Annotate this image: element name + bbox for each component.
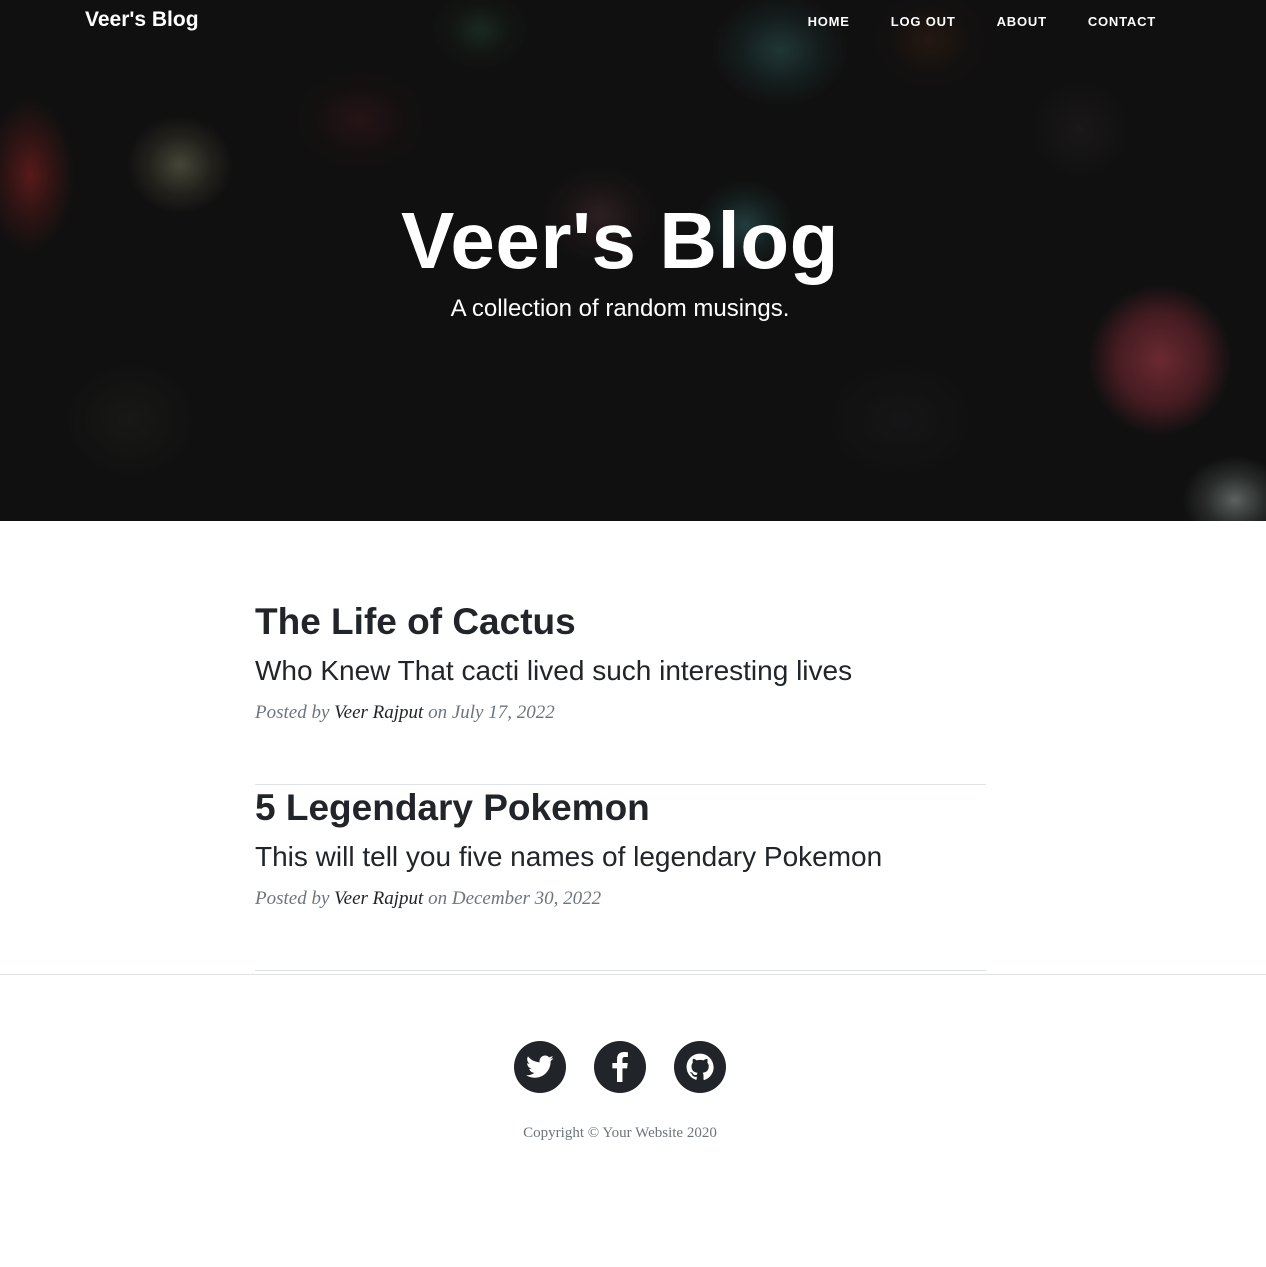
post-meta-on: on bbox=[428, 702, 448, 723]
post-author-link[interactable]: Veer Rajput bbox=[334, 702, 423, 723]
masthead: Veer's Blog HOME LOG OUT ABOUT CONTACT V… bbox=[0, 0, 1266, 521]
copyright-text: Copyright © Your Website 2020 bbox=[523, 1125, 717, 1141]
facebook-icon bbox=[611, 1052, 629, 1082]
nav-link-home[interactable]: HOME bbox=[808, 14, 850, 29]
post-subtitle[interactable]: This will tell you five names of legenda… bbox=[255, 839, 882, 875]
nav-link-log-out[interactable]: LOG OUT bbox=[891, 14, 956, 29]
navbar-brand[interactable]: Veer's Blog bbox=[85, 8, 199, 32]
site-title: Veer's Blog bbox=[400, 196, 840, 285]
post-meta: Posted by Veer Rajput on July 17, 2022 bbox=[255, 700, 555, 726]
nav-link-contact[interactable]: CONTACT bbox=[1088, 14, 1156, 29]
post-title[interactable]: 5 Legendary Pokemon bbox=[255, 786, 650, 830]
post-date: July 17, 2022 bbox=[451, 702, 555, 723]
nav-links: HOME LOG OUT ABOUT CONTACT bbox=[808, 14, 1156, 29]
post-meta-on: on bbox=[428, 888, 448, 909]
post-meta: Posted by Veer Rajput on December 30, 20… bbox=[255, 886, 601, 912]
post-preview[interactable]: The Life of Cactus Who Knew That cacti l… bbox=[255, 600, 986, 785]
post-meta-prefix: Posted by bbox=[255, 702, 330, 723]
navbar: Veer's Blog HOME LOG OUT ABOUT CONTACT bbox=[0, 0, 1266, 44]
post-subtitle[interactable]: Who Knew That cacti lived such interesti… bbox=[255, 653, 852, 689]
twitter-icon bbox=[526, 1055, 554, 1079]
post-date: December 30, 2022 bbox=[451, 888, 602, 909]
social-links bbox=[0, 1041, 1240, 1093]
post-list: The Life of Cactus Who Knew That cacti l… bbox=[255, 600, 986, 971]
site-subtitle: A collection of random musings. bbox=[450, 295, 790, 322]
facebook-button[interactable] bbox=[594, 1041, 646, 1093]
post-preview[interactable]: 5 Legendary Pokemon This will tell you f… bbox=[255, 786, 986, 971]
footer: Copyright © Your Website 2020 bbox=[0, 974, 1266, 1267]
site-heading: Veer's Blog A collection of random musin… bbox=[0, 195, 1240, 326]
post-title[interactable]: The Life of Cactus bbox=[255, 600, 576, 644]
github-icon bbox=[686, 1053, 714, 1081]
post-author-link[interactable]: Veer Rajput bbox=[334, 888, 423, 909]
nav-link-about[interactable]: ABOUT bbox=[997, 14, 1047, 29]
post-meta-prefix: Posted by bbox=[255, 888, 330, 909]
twitter-button[interactable] bbox=[514, 1041, 566, 1093]
github-button[interactable] bbox=[674, 1041, 726, 1093]
